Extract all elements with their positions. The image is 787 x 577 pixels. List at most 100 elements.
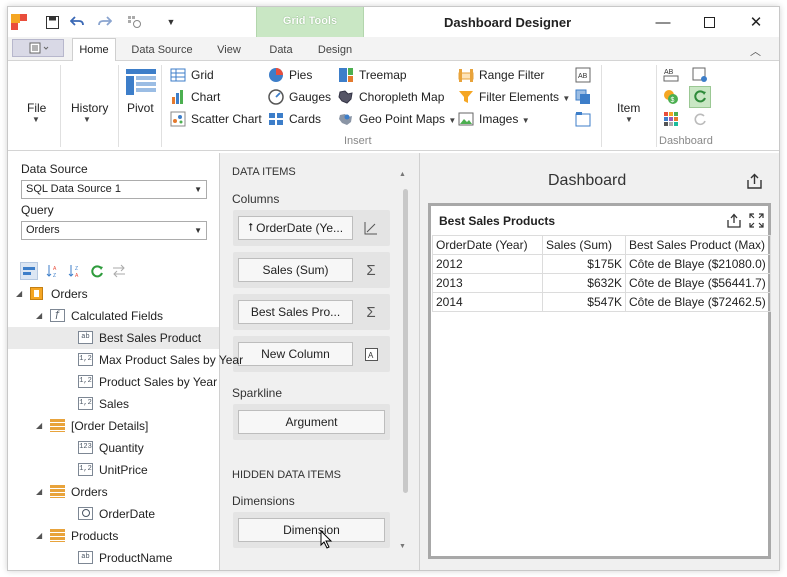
table-row[interactable]: 2012 $175K Côte de Blaye ($21080.0) — [432, 254, 771, 274]
tree-item[interactable]: ab Best Sales Product — [8, 327, 219, 349]
table-icon — [50, 419, 65, 432]
column-type-icon[interactable]: A — [363, 346, 379, 362]
range-filter-button[interactable]: Range Filter — [479, 68, 544, 82]
dimension-button[interactable]: Dimension — [238, 518, 385, 542]
tree-item[interactable]: 1,2 Max Product Sales by Year — [8, 349, 243, 371]
expand-toggle-icon[interactable]: ◢ — [36, 311, 42, 320]
ribbon-separator — [601, 65, 602, 147]
argument-button[interactable]: Argument — [238, 410, 385, 434]
pivot-button[interactable]: Pivot — [127, 101, 154, 115]
tree-item-label: UnitPrice — [99, 463, 148, 477]
orderdate-column-button[interactable]: ⭡ OrderDate (Ye... — [238, 216, 353, 240]
scroll-up-icon[interactable]: ▲ — [399, 171, 406, 178]
grid-button[interactable]: Grid — [191, 68, 214, 82]
tree-item[interactable]: ◢ ƒ Calculated Fields — [8, 305, 219, 327]
text-box-icon[interactable]: AB — [575, 67, 591, 83]
best-sales-product-column-button[interactable]: Best Sales Pro... — [238, 300, 353, 324]
export-icon[interactable] — [726, 213, 742, 232]
tree-item-label: Best Sales Product — [99, 331, 202, 345]
scroll-down-icon[interactable]: ▼ — [399, 543, 406, 550]
close-button[interactable]: ✕ — [741, 12, 771, 32]
item-button[interactable]: Item — [617, 101, 640, 115]
pies-button[interactable]: Pies — [289, 68, 312, 82]
choropleth-map-icon — [338, 89, 354, 105]
tab-home[interactable]: Home — [72, 38, 116, 61]
grid-item[interactable]: Best Sales Products OrderDate (Year) Sal… — [428, 203, 771, 559]
group-icon[interactable] — [575, 89, 591, 105]
images-button[interactable]: Images ▼ — [479, 112, 530, 126]
export-icon[interactable] — [746, 173, 763, 193]
refresh-icon[interactable] — [88, 262, 106, 280]
title-icon[interactable]: AB — [663, 67, 679, 83]
color-scheme-icon[interactable] — [663, 111, 679, 127]
chart-button[interactable]: Chart — [191, 90, 220, 104]
tab-data[interactable]: Data — [260, 38, 302, 61]
save-icon[interactable] — [44, 13, 60, 31]
customize-toolbar-icon[interactable]: ▼ — [164, 13, 178, 31]
automatic-updates-button[interactable] — [689, 86, 711, 108]
tab-design[interactable]: Design — [310, 38, 360, 61]
expand-toggle-icon[interactable]: ◢ — [36, 421, 42, 430]
tree-item[interactable]: 1,2 Product Sales by Year — [8, 371, 219, 393]
tree-item[interactable]: ◢ Orders — [8, 481, 219, 503]
sales-sum-column-button[interactable]: Sales (Sum) — [238, 258, 353, 282]
scatter-chart-button[interactable]: Scatter Chart — [191, 112, 262, 126]
gauges-button[interactable]: Gauges — [289, 90, 331, 104]
filter-elements-button[interactable]: Filter Elements ▼ — [479, 90, 570, 104]
sort-ascending-icon[interactable]: AZ — [44, 262, 62, 280]
table-row[interactable]: 2014 $547K Côte de Blaye ($72462.5) — [432, 292, 771, 312]
column-header[interactable]: OrderDate (Year) — [432, 235, 543, 255]
tab-view[interactable]: View — [208, 38, 250, 61]
group-by-type-icon[interactable] — [20, 262, 38, 280]
data-source-select[interactable]: SQL Data Source 1 ▼ — [21, 180, 207, 199]
table-row[interactable]: 2013 $632K Côte de Blaye ($56441.7) — [432, 273, 771, 293]
maximize-icon[interactable] — [749, 213, 764, 231]
refresh-grid-icon[interactable] — [125, 13, 143, 31]
column-header[interactable]: Best Sales Product (Max) — [625, 235, 771, 255]
new-column-button[interactable]: New Column — [238, 342, 353, 366]
tree-item[interactable]: ab ProductName — [8, 547, 219, 569]
data-source-label: Data Source — [21, 162, 88, 176]
currency-icon[interactable]: $ — [663, 89, 679, 105]
tree-item[interactable]: ◢ [Order Details] — [8, 415, 219, 437]
sum-icon[interactable]: Σ — [363, 262, 379, 279]
column-well: Sales (Sum) Σ — [233, 252, 390, 288]
sparkline-options-icon[interactable] — [363, 220, 379, 236]
choropleth-map-button[interactable]: Choropleth Map — [359, 90, 444, 104]
undo-icon[interactable] — [68, 13, 86, 31]
redo-icon[interactable] — [96, 13, 114, 31]
file-menu-button[interactable] — [12, 39, 64, 57]
query-select[interactable]: Orders ▼ — [21, 221, 207, 240]
tree-item[interactable]: ◢ Orders — [8, 283, 219, 305]
function-icon: ƒ — [50, 309, 65, 322]
history-button[interactable]: History — [71, 101, 108, 115]
column-header[interactable]: Sales (Sum) — [542, 235, 626, 255]
swap-icon — [110, 262, 128, 280]
minimize-button[interactable]: — — [648, 12, 678, 32]
geo-point-maps-button[interactable]: Geo Point Maps ▼ — [359, 112, 456, 126]
tab-data-source[interactable]: Data Source — [123, 38, 201, 61]
app-logo-icon — [11, 14, 27, 30]
expand-toggle-icon[interactable]: ◢ — [16, 289, 22, 298]
tree-item[interactable]: 1,2 UnitPrice — [8, 459, 219, 481]
expand-toggle-icon[interactable]: ◢ — [36, 531, 42, 540]
file-button[interactable]: File — [27, 101, 46, 115]
sum-icon[interactable]: Σ — [363, 304, 379, 321]
maximize-button[interactable] — [694, 12, 724, 32]
treemap-button[interactable]: Treemap — [359, 68, 407, 82]
dashboard-options-icon[interactable] — [692, 67, 708, 83]
tree-item[interactable]: 123 Quantity — [8, 437, 219, 459]
tree-item[interactable]: OrderDate — [8, 503, 219, 525]
cards-button[interactable]: Cards — [289, 112, 321, 126]
scrollbar-thumb[interactable] — [403, 189, 408, 493]
svg-text:A: A — [53, 266, 57, 272]
tab-container-icon[interactable] — [575, 111, 591, 127]
expand-toggle-icon[interactable]: ◢ — [36, 487, 42, 496]
decimal-field-icon: 1,2 — [78, 375, 93, 388]
pivot-icon[interactable] — [126, 69, 156, 95]
collapse-ribbon-icon[interactable]: ︿ — [750, 43, 761, 59]
table-cell: $547K — [542, 292, 626, 312]
tree-item[interactable]: 1,2 Sales — [8, 393, 219, 415]
sort-descending-icon[interactable]: ZA — [66, 262, 84, 280]
tree-item[interactable]: ◢ Products — [8, 525, 219, 547]
